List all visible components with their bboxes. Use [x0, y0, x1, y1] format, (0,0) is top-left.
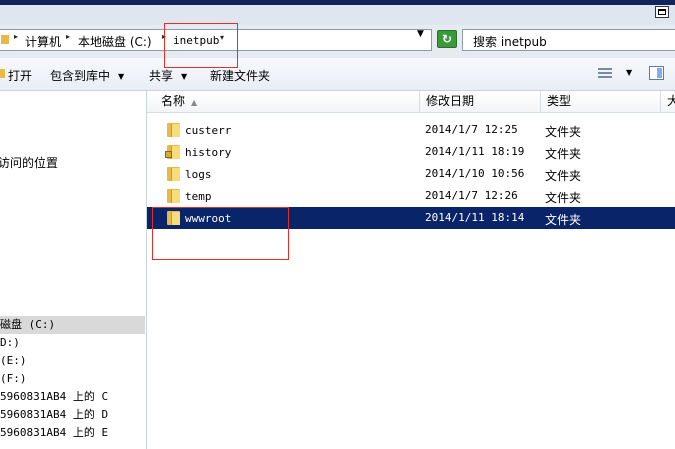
maximize-button[interactable] — [655, 6, 669, 18]
chevron-right-icon[interactable]: ▸ — [162, 32, 166, 41]
chevron-right-icon[interactable]: ▸ — [66, 32, 70, 41]
file-type: 文件夹 — [545, 191, 582, 205]
file-name: custerr — [185, 124, 232, 137]
preview-pane-icon[interactable] — [649, 66, 664, 80]
nav-item-network-d[interactable]: 5960831AB4 上的 D — [0, 406, 108, 424]
folder-icon — [1, 33, 9, 47]
open-button[interactable]: 打开 — [8, 67, 32, 84]
file-date: 2014/1/11 18:14 — [425, 211, 525, 224]
window-title-bar — [0, 0, 675, 25]
column-header-date-label: 修改日期 — [426, 94, 475, 108]
file-list[interactable]: 名称 ▲ 修改日期 类型 大 custerr 2014/1/7 12:25 文件夹… — [147, 91, 675, 449]
file-row[interactable]: temp 2014/1/7 12:26 文件夹 — [147, 185, 675, 207]
chevron-down-icon[interactable]: ▾ — [220, 33, 224, 42]
nav-item-recent-places[interactable]: 访问的位置 — [0, 154, 58, 172]
search-input-text: 搜索 inetpub — [473, 35, 547, 49]
folder-icon — [167, 167, 180, 181]
chevron-down-icon[interactable]: ▼ — [626, 68, 632, 77]
column-header-name-label: 名称 — [161, 94, 186, 108]
address-bar[interactable]: ▸ 计算机 ▸ 本地磁盘 (C:) ▸ inetpub ▾ — [0, 29, 432, 51]
chevron-right-icon[interactable]: ▸ — [14, 32, 18, 41]
file-name: wwwroot — [185, 212, 232, 225]
file-date: 2014/1/7 12:26 — [425, 189, 518, 202]
breadcrumb-computer[interactable]: 计算机 — [25, 33, 61, 50]
file-row[interactable]: custerr 2014/1/7 12:25 文件夹 — [147, 119, 675, 141]
file-row[interactable]: logs 2014/1/10 10:56 文件夹 — [147, 163, 675, 185]
refresh-icon: ↻ — [441, 32, 453, 46]
folder-icon — [167, 211, 180, 225]
file-date: 2014/1/10 10:56 — [425, 167, 525, 180]
file-date: 2014/1/11 18:19 — [425, 145, 525, 158]
address-dropdown-icon[interactable]: ▼ — [417, 29, 424, 39]
refresh-button[interactable]: ↻ — [437, 30, 457, 48]
file-name: history — [185, 146, 232, 159]
new-folder-button[interactable]: 新建文件夹 — [210, 67, 270, 84]
chevron-down-icon: ▼ — [118, 72, 125, 81]
file-date: 2014/1/7 12:25 — [425, 123, 518, 136]
locked-folder-icon — [165, 145, 180, 159]
share-label: 共享 — [149, 69, 174, 83]
column-header-size[interactable]: 大 — [660, 91, 675, 112]
nav-item-drive-d[interactable]: D:) — [0, 334, 20, 352]
folder-icon — [167, 189, 180, 203]
chevron-down-icon: ▼ — [181, 72, 188, 81]
file-name: logs — [185, 168, 212, 181]
file-type: 文件夹 — [545, 213, 582, 227]
address-bar-row: ▸ 计算机 ▸ 本地磁盘 (C:) ▸ inetpub ▾ ▼ ↻ 搜索 ine… — [0, 25, 675, 59]
column-header-row: 名称 ▲ 修改日期 类型 大 — [147, 91, 675, 113]
title-bar-strip — [0, 5, 675, 25]
file-name: temp — [185, 190, 212, 203]
column-header-type-label: 类型 — [547, 94, 572, 108]
open-icon — [0, 66, 6, 83]
file-type: 文件夹 — [545, 169, 582, 183]
column-header-size-label: 大 — [667, 94, 675, 108]
breadcrumb-local-disk[interactable]: 本地磁盘 (C:) — [78, 33, 152, 50]
search-input[interactable]: 搜索 inetpub — [462, 29, 675, 51]
nav-item-drive-f[interactable]: (F:) — [0, 370, 27, 388]
file-type: 文件夹 — [545, 125, 582, 139]
include-in-library-button[interactable]: 包含到库中 ▼ — [50, 67, 124, 84]
nav-item-drive-c[interactable]: 磁盘 (C:) — [0, 316, 55, 334]
column-header-type[interactable]: 类型 — [540, 91, 660, 112]
command-toolbar: 打开 包含到库中 ▼ 共享 ▼ 新建文件夹 ▼ — [0, 58, 675, 91]
navigation-pane[interactable]: 访问的位置 磁盘 (C:) D:) (E:) (F:) 5960831AB4 上… — [0, 91, 147, 449]
file-row-selected[interactable]: wwwroot 2014/1/11 18:14 文件夹 — [147, 207, 675, 229]
nav-item-network-e[interactable]: 5960831AB4 上的 E — [0, 424, 108, 442]
nav-item-network-c[interactable]: 5960831AB4 上的 C — [0, 388, 108, 406]
include-in-library-label: 包含到库中 — [50, 69, 111, 83]
column-header-name[interactable]: 名称 ▲ — [155, 91, 421, 112]
file-row[interactable]: history 2014/1/11 18:19 文件夹 — [147, 141, 675, 163]
column-header-date[interactable]: 修改日期 — [419, 91, 540, 112]
folder-icon — [167, 123, 180, 137]
sort-ascending-icon: ▲ — [191, 98, 198, 107]
view-options-icon[interactable] — [598, 68, 612, 80]
file-type: 文件夹 — [545, 147, 582, 161]
breadcrumb-inetpub[interactable]: inetpub — [173, 34, 219, 47]
nav-item-drive-e[interactable]: (E:) — [0, 352, 27, 370]
share-button[interactable]: 共享 ▼ — [149, 67, 187, 84]
